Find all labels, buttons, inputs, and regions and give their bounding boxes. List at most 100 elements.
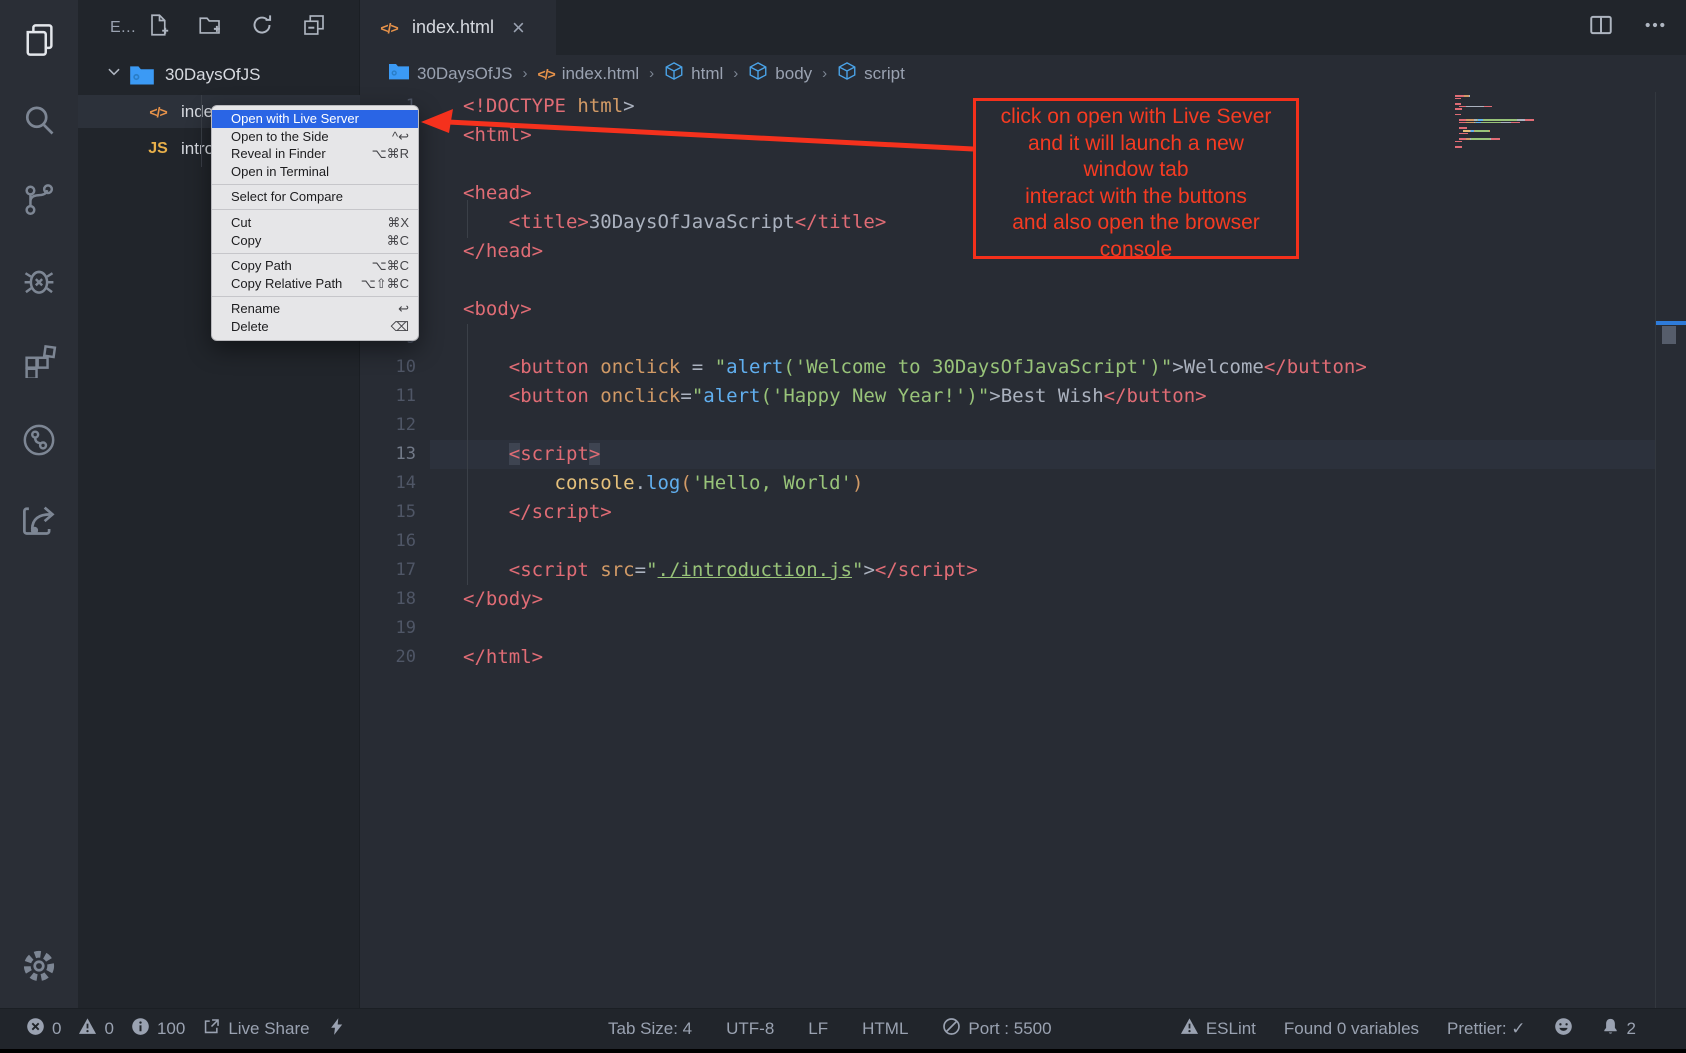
menu-item-select-for-compare[interactable]: Select for Compare bbox=[212, 188, 418, 206]
breadcrumb-index.html[interactable]: </>index.html bbox=[537, 64, 639, 84]
warning-triangle-solid-icon bbox=[1180, 1017, 1199, 1041]
status-smiley[interactable] bbox=[1554, 1017, 1573, 1041]
menu-separator bbox=[212, 253, 418, 254]
status-left: 00 100 Live Share bbox=[26, 1017, 346, 1041]
code-line-9[interactable]: 9 bbox=[360, 324, 1655, 353]
menu-item-label: Open with Live Server bbox=[231, 110, 359, 128]
minimap-line bbox=[1455, 127, 1547, 129]
breadcrumb-label: body bbox=[775, 64, 812, 84]
menu-item-copy[interactable]: Copy⌘C bbox=[212, 232, 418, 250]
status-html[interactable]: HTML bbox=[862, 1019, 908, 1039]
activity-search-icon[interactable] bbox=[0, 92, 78, 148]
refresh-icon[interactable] bbox=[250, 13, 274, 42]
status-2[interactable]: 2 bbox=[1601, 1017, 1636, 1041]
close-tab-icon[interactable]: × bbox=[512, 17, 525, 39]
status-eslint[interactable]: ESLint bbox=[1180, 1017, 1256, 1041]
more-actions-icon[interactable] bbox=[1642, 12, 1668, 43]
menu-item-cut[interactable]: Cut⌘X bbox=[212, 214, 418, 232]
status-prettier-[interactable]: Prettier: ✓ bbox=[1447, 1019, 1525, 1039]
code-line-7[interactable]: 7 bbox=[360, 266, 1655, 295]
warning-triangle-icon bbox=[78, 1017, 97, 1041]
new-file-icon[interactable] bbox=[146, 13, 170, 42]
status-label: UTF-8 bbox=[726, 1019, 774, 1039]
code-text: <script> bbox=[430, 440, 1655, 469]
activity-settings-gear-icon[interactable] bbox=[0, 938, 78, 994]
menu-item-label: Open in Terminal bbox=[231, 163, 329, 181]
activity-live-share-icon[interactable] bbox=[0, 492, 78, 548]
menu-item-rename[interactable]: Rename↩ bbox=[212, 300, 418, 318]
breadcrumb-script[interactable]: script bbox=[837, 61, 905, 86]
code-text bbox=[430, 527, 1655, 556]
context-menu: Open with Live ServerOpen to the Side^↩R… bbox=[211, 105, 419, 341]
breadcrumb-separator: › bbox=[522, 65, 527, 82]
menu-item-label: Delete bbox=[231, 318, 269, 336]
new-folder-icon[interactable] bbox=[198, 13, 222, 42]
code-line-14[interactable]: 14 console.log('Hello, World') bbox=[360, 469, 1655, 498]
overview-ruler-thumb[interactable] bbox=[1662, 326, 1676, 344]
annotation-text-line: interact with the buttons bbox=[976, 184, 1296, 211]
minimap-line bbox=[1455, 135, 1547, 137]
status-label: HTML bbox=[862, 1019, 908, 1039]
status-0[interactable]: 0 bbox=[78, 1017, 113, 1041]
menu-item-shortcut: ⌥⌘C bbox=[372, 257, 409, 275]
code-line-10[interactable]: 10 <button onclick = "alert('Welcome to … bbox=[360, 353, 1655, 382]
status-live-share[interactable]: Live Share bbox=[202, 1017, 309, 1041]
code-line-8[interactable]: 8<body> bbox=[360, 295, 1655, 324]
tree-indent-guide bbox=[201, 95, 202, 167]
menu-item-open-with-live-server[interactable]: Open with Live Server bbox=[212, 110, 418, 128]
activity-files-icon[interactable] bbox=[0, 12, 78, 68]
status-lightning[interactable] bbox=[327, 1017, 346, 1041]
split-editor-icon[interactable] bbox=[1588, 12, 1614, 43]
breadcrumb-html[interactable]: html bbox=[664, 61, 723, 86]
activity-source-control-icon[interactable] bbox=[0, 172, 78, 228]
status-0[interactable]: 0 bbox=[26, 1017, 61, 1041]
breadcrumb-30daysofjs[interactable]: 30DaysOfJS bbox=[388, 62, 512, 85]
code-text: <body> bbox=[430, 295, 1655, 324]
minimap-line bbox=[1455, 108, 1547, 110]
annotation-text-line: click on open with Live Sever bbox=[976, 104, 1296, 131]
status-port-5500[interactable]: Port : 5500 bbox=[942, 1017, 1051, 1041]
breadcrumb-label: html bbox=[691, 64, 723, 84]
menu-item-reveal-in-finder[interactable]: Reveal in Finder⌥⌘R bbox=[212, 145, 418, 163]
minimap[interactable] bbox=[1455, 95, 1547, 149]
code-line-11[interactable]: 11 <button onclick="alert('Happy New Yea… bbox=[360, 382, 1655, 411]
activity-debug-icon[interactable] bbox=[0, 252, 78, 308]
menu-item-label: Copy Path bbox=[231, 257, 292, 275]
line-number: 12 bbox=[360, 411, 430, 440]
minimap-divider bbox=[1655, 92, 1656, 1008]
code-line-16[interactable]: 16 bbox=[360, 527, 1655, 556]
status-found-0-variables[interactable]: Found 0 variables bbox=[1284, 1019, 1419, 1039]
activity-extensions-icon[interactable] bbox=[0, 332, 78, 388]
status-tab-size-4[interactable]: Tab Size: 4 bbox=[608, 1019, 692, 1039]
status-label: Port : 5500 bbox=[968, 1019, 1051, 1039]
annotation-text-line: window tab bbox=[976, 157, 1296, 184]
code-line-20[interactable]: 20</html> bbox=[360, 643, 1655, 672]
minimap-line bbox=[1455, 133, 1547, 135]
collapse-all-icon[interactable] bbox=[302, 13, 326, 42]
code-line-18[interactable]: 18</body> bbox=[360, 585, 1655, 614]
code-line-19[interactable]: 19 bbox=[360, 614, 1655, 643]
menu-item-open-to-the-side[interactable]: Open to the Side^↩ bbox=[212, 128, 418, 146]
chevron-down-icon bbox=[105, 63, 123, 86]
minimap-line bbox=[1455, 100, 1547, 102]
tab-index-html[interactable]: </> index.html × bbox=[360, 0, 556, 55]
menu-item-copy-path[interactable]: Copy Path ⌥⌘C bbox=[212, 257, 418, 275]
line-number: 17 bbox=[360, 556, 430, 585]
tree-item-30daysofjs[interactable]: 30DaysOfJS bbox=[78, 58, 360, 91]
code-line-15[interactable]: 15 </script> bbox=[360, 498, 1655, 527]
lightning-icon bbox=[327, 1017, 346, 1041]
status-100[interactable]: 100 bbox=[131, 1017, 185, 1041]
menu-item-delete[interactable]: Delete⌫ bbox=[212, 318, 418, 336]
minimap-line bbox=[1455, 125, 1547, 127]
status-utf-8[interactable]: UTF-8 bbox=[726, 1019, 774, 1039]
status-label: Tab Size: 4 bbox=[608, 1019, 692, 1039]
status-lf[interactable]: LF bbox=[808, 1019, 828, 1039]
menu-item-open-in-terminal[interactable]: Open in Terminal bbox=[212, 163, 418, 181]
code-line-12[interactable]: 12 bbox=[360, 411, 1655, 440]
html-file-icon: </> bbox=[537, 66, 554, 82]
activity-circle-branch-icon[interactable] bbox=[0, 412, 78, 468]
code-line-17[interactable]: 17 <script src="./introduction.js"></scr… bbox=[360, 556, 1655, 585]
menu-item-copy-relative-path[interactable]: Copy Relative Path⌥⇧⌘C bbox=[212, 275, 418, 293]
code-line-13[interactable]: 13 <script> bbox=[360, 440, 1655, 469]
breadcrumb-body[interactable]: body bbox=[748, 61, 812, 86]
